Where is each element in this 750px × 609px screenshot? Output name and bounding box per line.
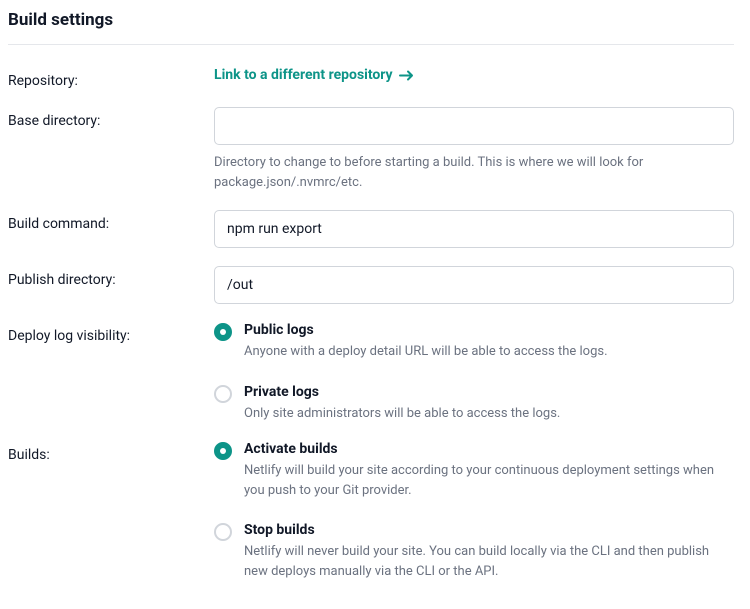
radio-unchecked-icon [214, 523, 232, 541]
field-base-directory: Base directory: Directory to change to b… [8, 107, 734, 192]
link-different-repository[interactable]: Link to a different repository [214, 67, 414, 83]
base-directory-help: Directory to change to before starting a… [214, 153, 734, 192]
field-build-command: Build command: [8, 210, 734, 248]
publish-directory-input[interactable] [214, 266, 734, 304]
base-directory-input[interactable] [214, 107, 734, 145]
link-different-repository-text: Link to a different repository [214, 67, 393, 83]
radio-public-logs[interactable]: Public logs Anyone with a deploy detail … [214, 322, 734, 362]
radio-private-logs-title: Private logs [244, 384, 734, 400]
radio-public-logs-desc: Anyone with a deploy detail URL will be … [244, 342, 734, 362]
radio-checked-icon [214, 323, 232, 341]
label-repository: Repository: [8, 67, 214, 89]
radio-activate-builds-desc: Netlify will build your site according t… [244, 461, 734, 500]
page-title: Build settings [8, 10, 734, 30]
field-deploy-log-visibility: Deploy log visibility: Public logs Anyon… [8, 322, 734, 423]
radio-private-logs[interactable]: Private logs Only site administrators wi… [214, 384, 734, 424]
label-publish-directory: Publish directory: [8, 266, 214, 288]
label-deploy-log-visibility: Deploy log visibility: [8, 322, 214, 344]
radio-stop-builds-title: Stop builds [244, 522, 734, 538]
radio-activate-builds-title: Activate builds [244, 441, 734, 457]
radio-activate-builds[interactable]: Activate builds Netlify will build your … [214, 441, 734, 500]
field-publish-directory: Publish directory: [8, 266, 734, 304]
radio-private-logs-desc: Only site administrators will be able to… [244, 404, 734, 424]
radio-stop-builds[interactable]: Stop builds Netlify will never build you… [214, 522, 734, 581]
field-builds: Builds: Activate builds Netlify will bui… [8, 441, 734, 581]
radio-unchecked-icon [214, 385, 232, 403]
radio-checked-icon [214, 442, 232, 460]
divider [8, 44, 734, 45]
label-base-directory: Base directory: [8, 107, 214, 129]
build-command-input[interactable] [214, 210, 734, 248]
field-repository: Repository: Link to a different reposito… [8, 67, 734, 89]
radio-stop-builds-desc: Netlify will never build your site. You … [244, 542, 734, 581]
label-build-command: Build command: [8, 210, 214, 232]
arrow-right-icon [399, 70, 414, 81]
radio-public-logs-title: Public logs [244, 322, 734, 338]
label-builds: Builds: [8, 441, 214, 463]
